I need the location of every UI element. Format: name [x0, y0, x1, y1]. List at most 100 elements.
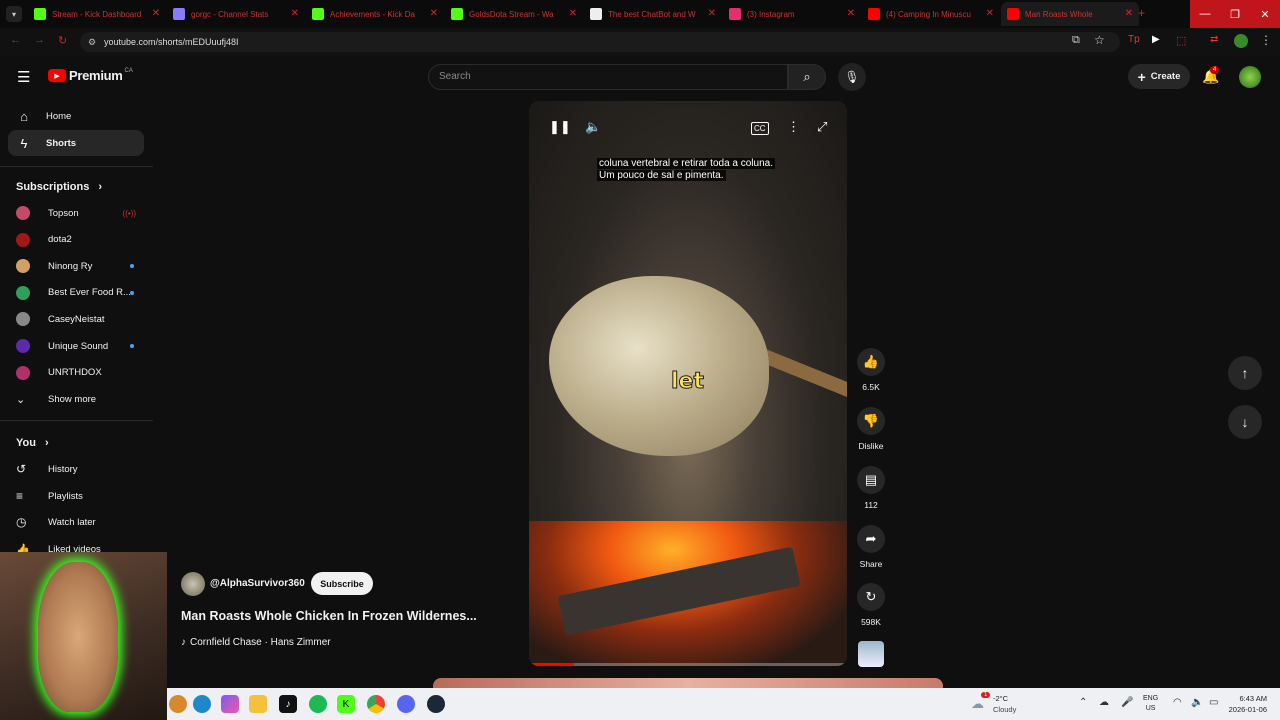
next-short-button[interactable]: ↓ — [1228, 405, 1262, 439]
sidebar-item-watch-later[interactable]: ◷ Watch later — [16, 512, 144, 532]
create-button[interactable]: + Create — [1128, 64, 1190, 89]
language-indicator[interactable]: ENG US — [1143, 694, 1158, 714]
pause-icon[interactable]: ❚❚ — [549, 119, 571, 135]
search-input[interactable]: Search — [428, 64, 788, 90]
steam-icon[interactable] — [427, 695, 445, 713]
extension-pill-icon[interactable]: ⇄ — [1210, 34, 1218, 45]
url-field[interactable]: ⚙ youtube.com/shorts/mEDUuufj48I — [80, 32, 1120, 52]
previous-short-button[interactable]: ↑ — [1228, 356, 1262, 390]
sound-thumbnail[interactable] — [858, 641, 884, 667]
sidebar-item-history[interactable]: ↺ History — [16, 459, 144, 479]
edge-icon[interactable] — [193, 695, 211, 713]
youtube-logo[interactable]: ▶ Premium CA — [48, 68, 133, 83]
sidebar-item-shorts[interactable]: ϟ Shorts — [8, 130, 144, 156]
weather-cloud-icon[interactable]: ☁ — [971, 696, 984, 712]
music-link[interactable]: ♪ Cornfield Chase · Hans Zimmer — [181, 637, 331, 648]
browser-menu-icon[interactable]: ▾ — [6, 6, 22, 22]
forward-icon[interactable]: → — [34, 34, 45, 46]
sidebar-subscription-item[interactable]: dota2 — [16, 230, 144, 250]
clock[interactable]: 6:43 AM 2026-01-06 — [1207, 693, 1267, 715]
subscribe-button[interactable]: Subscribe — [311, 572, 373, 595]
browser-tab[interactable]: Man Roasts Whole ✕ — [1001, 2, 1139, 26]
show-more-button[interactable]: ⌄ Show more — [16, 389, 144, 409]
sidebar-item-home[interactable]: ⌂ Home — [8, 103, 144, 129]
dislike-button[interactable]: 👎 Dislike — [856, 407, 886, 451]
shorts-video-player[interactable]: ❚❚ 🔈 CC ⋮ ⤢ coluna vertebral e retirar t… — [529, 101, 847, 666]
fullscreen-icon[interactable]: ⤢ — [817, 119, 827, 135]
volume-tray-icon[interactable]: 🔈 — [1191, 697, 1203, 708]
tab-close-icon[interactable]: ✕ — [291, 8, 299, 19]
you-title: You — [16, 437, 36, 449]
notifications-button[interactable]: 🔔 4 — [1202, 66, 1219, 85]
wifi-icon[interactable]: ◠ — [1173, 697, 1182, 708]
browser-tab[interactable]: Stream - Kick Dashboard ✕ — [28, 2, 166, 26]
overlay-word: let — [671, 369, 705, 395]
spotify-icon[interactable] — [309, 695, 327, 713]
tray-mic-icon[interactable]: 🎤 — [1121, 697, 1133, 708]
sidebar-subscription-item[interactable]: CaseyNeistat — [16, 309, 144, 329]
chrome-alt-icon[interactable] — [169, 695, 187, 713]
search-button[interactable]: ⌕ — [788, 64, 826, 90]
tab-close-icon[interactable]: ✕ — [708, 8, 716, 19]
share-button[interactable]: ➦ Share — [856, 525, 886, 569]
browser-more-icon[interactable]: ⋮ — [1260, 33, 1272, 47]
minimize-button[interactable]: — — [1190, 0, 1220, 28]
video-title[interactable]: Man Roasts Whole Chicken In Frozen Wilde… — [181, 609, 477, 623]
voice-search-button[interactable]: 🎙 — [838, 63, 866, 91]
file-explorer-icon[interactable] — [249, 695, 267, 713]
extension-icon[interactable]: Tp — [1128, 34, 1140, 45]
tiktok-icon[interactable]: ♪ — [279, 695, 297, 713]
kick-icon[interactable]: K — [337, 695, 355, 713]
like-button[interactable]: 👍 6.5K — [856, 348, 886, 392]
account-avatar[interactable] — [1239, 66, 1261, 88]
profile-avatar-icon[interactable] — [1234, 34, 1248, 48]
install-icon[interactable]: ⧉ — [1072, 34, 1080, 47]
browser-tab[interactable]: GoldsDota Stream - Wa ✕ — [445, 2, 583, 26]
tab-title: (3) Instagram — [747, 9, 795, 19]
sidebar-subscription-item[interactable]: Best Ever Food R... — [16, 283, 144, 303]
close-window-button[interactable]: ✕ — [1250, 0, 1280, 28]
clock-time: 6:43 AM — [1239, 694, 1267, 703]
sidebar-subscription-item[interactable]: Unique Sound — [16, 336, 144, 356]
tab-close-icon[interactable]: ✕ — [430, 8, 438, 19]
captions-icon[interactable]: CC — [751, 122, 769, 135]
subscriptions-header[interactable]: Subscriptions › — [16, 181, 102, 193]
extension-play-icon[interactable]: ▶ — [1152, 34, 1160, 45]
site-info-icon[interactable]: ⚙ — [88, 32, 96, 52]
tab-close-icon[interactable]: ✕ — [1125, 8, 1133, 19]
chrome-icon[interactable] — [367, 695, 385, 713]
browser-tab[interactable]: Achievements - Kick Da ✕ — [306, 2, 444, 26]
sidebar-item-playlists[interactable]: ≡ Playlists — [16, 486, 144, 506]
more-options-icon[interactable]: ⋮ — [787, 119, 800, 135]
channel-name[interactable]: @AlphaSurvivor360 — [210, 578, 305, 589]
tray-chevron-icon[interactable]: ⌃ — [1079, 697, 1087, 708]
copilot-icon[interactable] — [221, 695, 239, 713]
browser-tab[interactable]: (3) Instagram ✕ — [723, 2, 861, 26]
tab-close-icon[interactable]: ✕ — [986, 8, 994, 19]
extension-puzzle-icon[interactable]: ⬚ — [1176, 34, 1186, 47]
reload-icon[interactable]: ↻ — [58, 34, 67, 47]
new-tab-button[interactable]: + — [1138, 6, 1145, 20]
tab-close-icon[interactable]: ✕ — [847, 8, 855, 19]
channel-avatar[interactable] — [181, 572, 205, 596]
comments-button[interactable]: ▤ 112 — [856, 466, 886, 510]
remix-button[interactable]: ↻ 598K — [856, 583, 886, 627]
browser-tab[interactable]: gorgc - Channel Stats ✕ — [167, 2, 305, 26]
back-icon[interactable]: ← — [10, 34, 21, 46]
sidebar-subscription-item[interactable]: UNRTHDOX — [16, 363, 144, 383]
you-header[interactable]: You › — [16, 437, 49, 449]
browser-tab[interactable]: The best ChatBot and W ✕ — [584, 2, 722, 26]
video-progress-bar[interactable] — [529, 663, 847, 666]
sidebar-subscription-item[interactable]: Ninong Ry — [16, 256, 144, 276]
sidebar-subscription-item[interactable]: Topson ((•)) — [16, 203, 144, 223]
maximize-button[interactable]: ❐ — [1220, 0, 1250, 28]
tray-cloud-icon[interactable]: ☁ — [1099, 697, 1109, 708]
tab-close-icon[interactable]: ✕ — [152, 8, 160, 19]
hamburger-menu-icon[interactable]: ☰ — [17, 68, 30, 86]
tab-close-icon[interactable]: ✕ — [569, 8, 577, 19]
discord-icon[interactable] — [397, 695, 415, 713]
logo-text: Premium — [69, 68, 123, 83]
bookmark-star-icon[interactable]: ☆ — [1094, 33, 1105, 47]
volume-icon[interactable]: 🔈 — [585, 119, 601, 135]
browser-tab[interactable]: (4) Camping In Minuscu ✕ — [862, 2, 1000, 26]
